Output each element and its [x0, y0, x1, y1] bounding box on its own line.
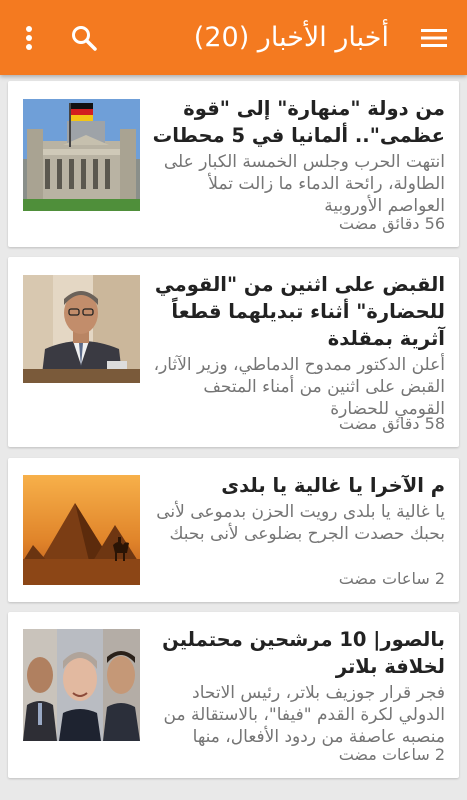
article-time: 2 ساعات مضت	[338, 745, 445, 764]
article-headline[interactable]: بالصور| 10 مرشحين محتملين لخلافة بلاتر	[150, 626, 445, 680]
pyramids-sunset-photo	[23, 475, 140, 585]
menu-icon[interactable]	[414, 0, 454, 75]
news-card[interactable]: م الآخرا يا غالية يا بلدى يا غالية يا بل…	[8, 458, 459, 602]
article-summary: أعلن الدكتور ممدوح الدماطي، وزير الآثار،…	[153, 355, 445, 419]
article-text: القبض على اثنين من "القومي للحضارة" أثنا…	[150, 271, 445, 420]
article-headline[interactable]: القبض على اثنين من "القومي للحضارة" أثنا…	[150, 271, 445, 352]
news-card[interactable]: القبض على اثنين من "القومي للحضارة" أثنا…	[8, 257, 459, 447]
article-summary: فجر قرار جوزيف بلاتر، رئيس الاتحاد الدول…	[163, 683, 445, 747]
article-text: م الآخرا يا غالية يا بلدى يا غالية يا بل…	[150, 472, 445, 545]
article-summary: انتهت الحرب وجلس الخمسة الكبار على الطاو…	[163, 152, 445, 216]
minister-portrait-photo	[23, 275, 140, 383]
page-title: أخبار الأخبار (20)	[193, 22, 389, 53]
article-headline[interactable]: من دولة "منهارة" إلى "قوة عظمى".. ألماني…	[150, 95, 445, 149]
app-bar: أخبار الأخبار (20)	[0, 0, 467, 75]
more-vert-icon[interactable]	[14, 0, 44, 75]
article-time: 2 ساعات مضت	[338, 569, 445, 588]
reichstag-building-photo	[23, 99, 140, 211]
article-text: بالصور| 10 مرشحين محتملين لخلافة بلاتر ف…	[150, 626, 445, 748]
news-card[interactable]: من دولة "منهارة" إلى "قوة عظمى".. ألماني…	[8, 81, 459, 247]
candidates-faces-photo	[23, 629, 140, 741]
article-text: من دولة "منهارة" إلى "قوة عظمى".. ألماني…	[150, 95, 445, 217]
article-time: 58 دقائق مضت	[338, 414, 445, 433]
article-headline[interactable]: م الآخرا يا غالية يا بلدى	[150, 472, 445, 499]
search-icon[interactable]	[64, 0, 104, 75]
article-time: 56 دقائق مضت	[338, 214, 445, 233]
news-card[interactable]: بالصور| 10 مرشحين محتملين لخلافة بلاتر ف…	[8, 612, 459, 778]
article-summary: يا غالية يا بلدى رويت الحزن بدموعى لأنى …	[156, 502, 445, 544]
